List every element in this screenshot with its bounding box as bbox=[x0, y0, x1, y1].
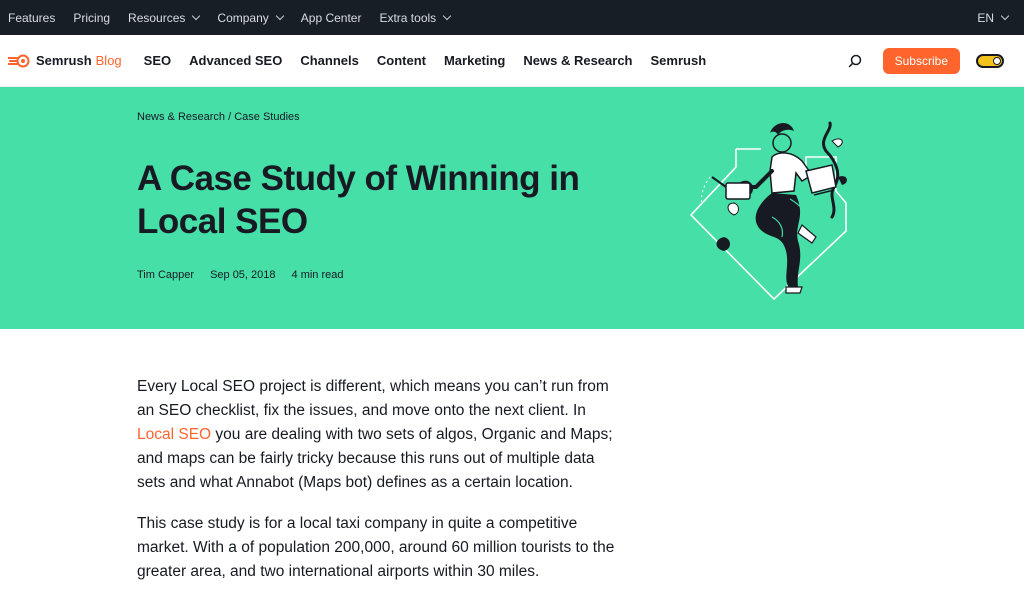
topbar-extra-tools-label: Extra tools bbox=[379, 10, 437, 25]
language-label: EN bbox=[977, 10, 994, 25]
logo-text: Semrush bbox=[36, 53, 92, 68]
read-time: 4 min read bbox=[291, 269, 344, 281]
chevron-down-icon bbox=[442, 11, 452, 20]
article-body: Every Local SEO project is different, wh… bbox=[137, 375, 627, 601]
theme-toggle[interactable] bbox=[976, 53, 1004, 68]
breadcrumb-news-research[interactable]: News & Research bbox=[137, 111, 225, 123]
topbar-pricing-label: Pricing bbox=[73, 10, 111, 25]
nav-channels[interactable]: Channels bbox=[300, 53, 359, 68]
topbar-company-menu[interactable]: Company bbox=[217, 10, 285, 25]
topbar-pricing-link[interactable]: Pricing bbox=[73, 11, 110, 25]
nav-news-research[interactable]: News & Research bbox=[523, 53, 632, 68]
nav-advanced-seo[interactable]: Advanced SEO bbox=[189, 53, 282, 68]
topbar-resources-menu[interactable]: Resources bbox=[128, 10, 201, 25]
toggle-knob bbox=[993, 56, 1001, 65]
author-name[interactable]: Tim Capper bbox=[137, 269, 194, 281]
semrush-blog-logo[interactable]: Semrush Blog bbox=[8, 53, 122, 68]
topbar-features-label: Features bbox=[8, 10, 56, 25]
topbar-company-label: Company bbox=[217, 10, 269, 25]
topbar-extra-tools-menu[interactable]: Extra tools bbox=[379, 10, 452, 25]
subscribe-button[interactable]: Subscribe bbox=[882, 47, 960, 74]
article-meta: Tim Capper Sep 05, 2018 4 min read bbox=[137, 269, 360, 281]
topbar-resources-label: Resources bbox=[128, 10, 186, 25]
top-utility-bar: Features Pricing Resources Company App C… bbox=[0, 0, 1024, 35]
nav-semrush[interactable]: Semrush bbox=[651, 53, 707, 68]
nav-content[interactable]: Content bbox=[377, 53, 426, 68]
topbar-features-link[interactable]: Features bbox=[8, 11, 55, 25]
logo-blog-text: Blog bbox=[95, 53, 122, 68]
search-icon[interactable] bbox=[847, 53, 863, 69]
main-navigation: Semrush Blog SEO Advanced SEO Channels C… bbox=[0, 35, 1024, 87]
topbar-app-center-label: App Center bbox=[300, 10, 362, 25]
breadcrumb-case-studies[interactable]: Case Studies bbox=[234, 111, 299, 123]
local-seo-link[interactable]: Local SEO bbox=[137, 426, 211, 443]
nav-marketing[interactable]: Marketing bbox=[444, 53, 505, 68]
breadcrumb-separator: / bbox=[228, 111, 232, 123]
publish-date: Sep 05, 2018 bbox=[210, 269, 276, 281]
topbar-app-center-link[interactable]: App Center bbox=[301, 11, 362, 25]
article-paragraph: This case study is for a local taxi comp… bbox=[137, 515, 615, 580]
gardener-illustration bbox=[689, 121, 847, 301]
nav-seo[interactable]: SEO bbox=[144, 53, 171, 68]
article-paragraph: Every Local SEO project is different, wh… bbox=[137, 375, 627, 495]
paragraph-1-text-start: Every Local SEO project is different, wh… bbox=[137, 378, 609, 419]
chevron-down-icon bbox=[275, 11, 285, 20]
semrush-fire-icon bbox=[8, 54, 30, 67]
article-hero: News & Research / Case Studies A Case St… bbox=[0, 87, 1024, 329]
article-title: A Case Study of Winning in Local SEO bbox=[137, 159, 580, 241]
chevron-down-icon bbox=[1000, 11, 1010, 20]
chevron-down-icon bbox=[192, 11, 201, 20]
breadcrumb: News & Research / Case Studies bbox=[137, 111, 300, 123]
language-selector[interactable]: EN bbox=[977, 10, 1010, 25]
